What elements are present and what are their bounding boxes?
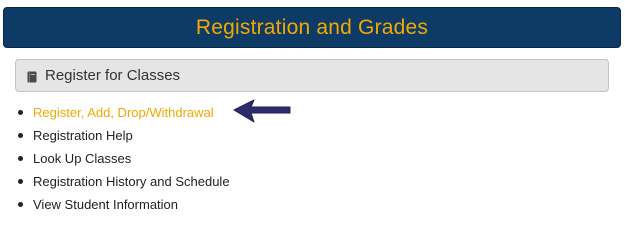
link-register-add-drop-label[interactable]: Register, Add, Drop/Withdrawal xyxy=(33,105,214,120)
section-header: Register for Classes xyxy=(15,59,609,92)
list-bullet xyxy=(18,110,23,115)
link-registration-help[interactable]: Registration Help xyxy=(0,124,230,147)
page-title: Registration and Grades xyxy=(195,15,429,39)
link-registration-help-label[interactable]: Registration Help xyxy=(33,128,133,143)
link-look-up-classes-label[interactable]: Look Up Classes xyxy=(33,151,131,166)
link-view-student-information[interactable]: View Student Information xyxy=(0,193,230,216)
link-register-add-drop[interactable]: Register, Add, Drop/Withdrawal xyxy=(0,101,230,124)
list-bullet xyxy=(18,202,23,207)
link-registration-history-label[interactable]: Registration History and Schedule xyxy=(33,174,230,189)
link-look-up-classes[interactable]: Look Up Classes xyxy=(0,147,230,170)
link-registration-history[interactable]: Registration History and Schedule xyxy=(0,170,230,193)
list-bullet xyxy=(18,133,23,138)
section-title: Register for Classes xyxy=(45,67,181,84)
registration-links-list: Register, Add, Drop/Withdrawal Registrat… xyxy=(0,101,230,216)
link-view-student-information-label[interactable]: View Student Information xyxy=(33,197,178,212)
list-bullet xyxy=(18,156,23,161)
list-bullet xyxy=(18,179,23,184)
book-icon xyxy=(26,70,38,82)
page-header-banner: Registration and Grades xyxy=(3,7,621,48)
pointer-arrow-icon xyxy=(233,99,291,123)
